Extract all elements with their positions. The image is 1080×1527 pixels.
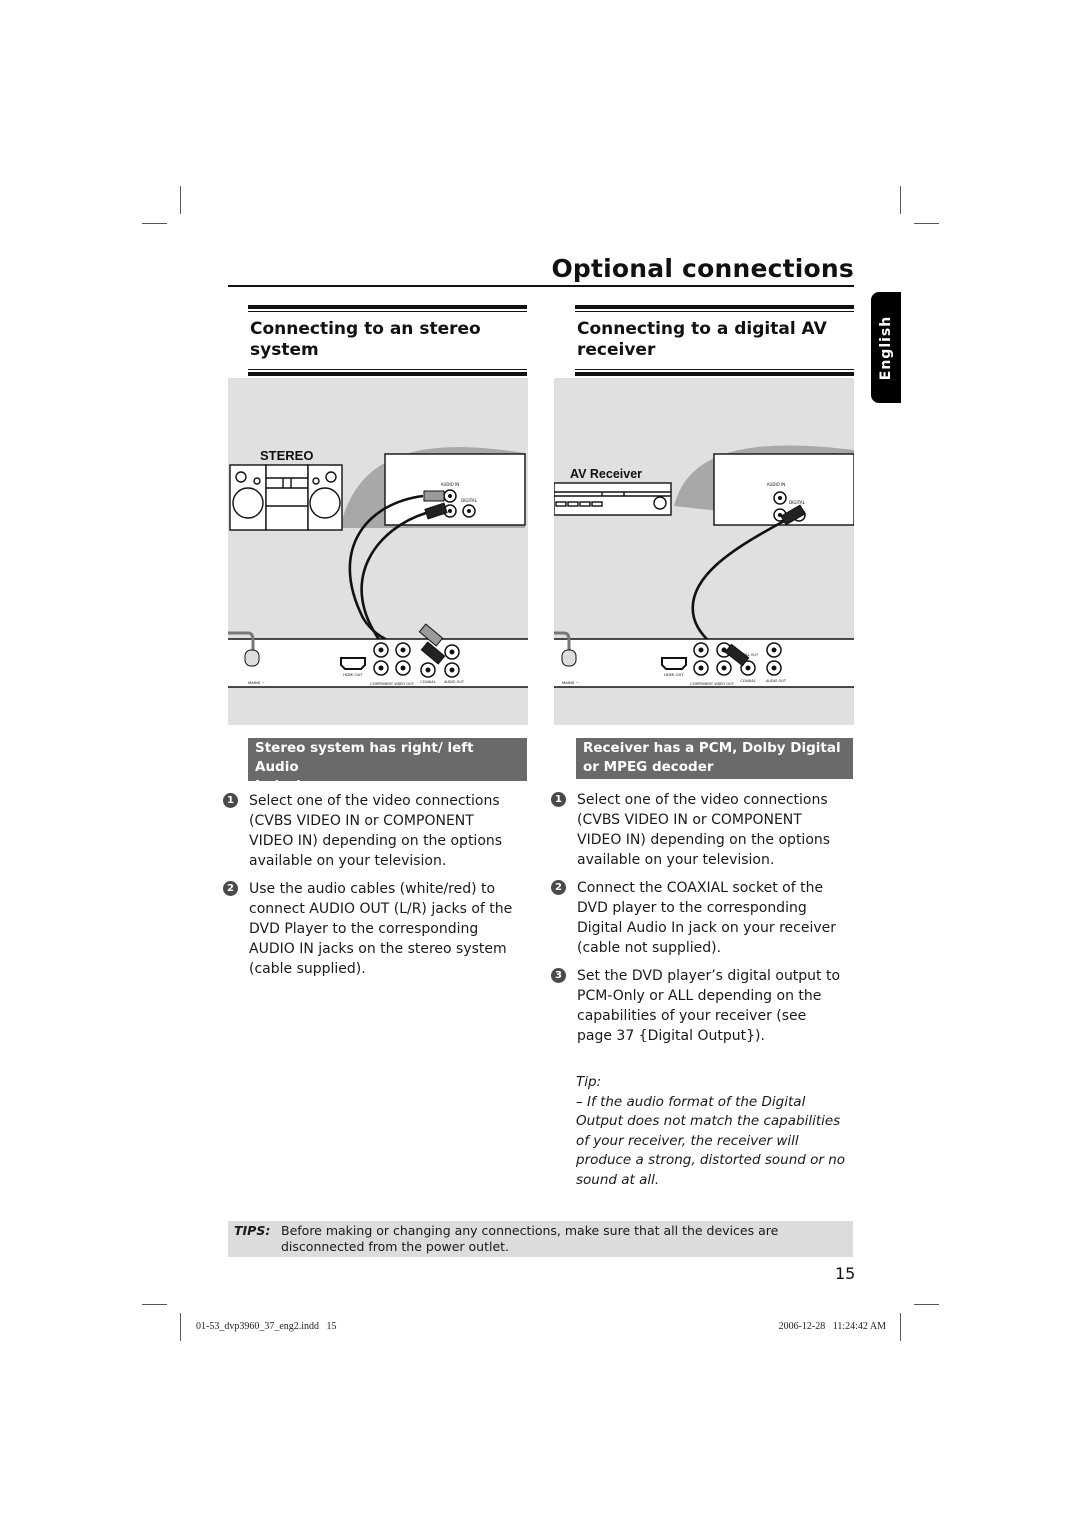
step-number-icon: 1 bbox=[223, 793, 238, 808]
heading-rule bbox=[248, 372, 527, 376]
digital-label: DIGITAL bbox=[461, 498, 477, 503]
file-slug: 01-53_dvp3960_37_eng2.indd 15 bbox=[196, 1321, 337, 1332]
right-condition-box: Receiver has a PCM, Dolby Digital or MPE… bbox=[576, 738, 853, 779]
crop-mark bbox=[180, 186, 181, 214]
left-condition-box: Stereo system has right/ left Audio In j… bbox=[248, 738, 527, 794]
step-item: 2 Use the audio cables (white/red) to co… bbox=[223, 879, 513, 979]
heading-rule bbox=[248, 305, 527, 309]
step-item: 3 Set the DVD player’s digital output to… bbox=[551, 966, 841, 1046]
section-title: Connecting to a digital AV receiver bbox=[577, 319, 827, 360]
mains-label: MAINS ~ bbox=[562, 680, 579, 685]
tip-label: Tip: bbox=[576, 1074, 602, 1090]
av-receiver-diagram: AV Receiver AUDIO IN DIGITAL MAINS ~ HDM… bbox=[554, 445, 854, 688]
hdmi-out-label: HDMI OUT bbox=[343, 672, 363, 677]
audio-out-label: AUDIO OUT bbox=[444, 680, 465, 684]
stereo-system-icon bbox=[229, 464, 343, 531]
step-text: Set the DVD player’s digital output to P… bbox=[577, 968, 841, 1044]
audio-out-label: AUDIO OUT bbox=[766, 679, 787, 683]
print-timestamp: 2006-12-28 11:24:42 AM bbox=[778, 1321, 886, 1332]
crop-mark bbox=[900, 1313, 901, 1341]
tips-bar: TIPS: Before making or changing any conn… bbox=[228, 1221, 853, 1257]
digital-label: DIGITAL bbox=[789, 500, 805, 505]
tip-text: – If the audio format of the Digital Out… bbox=[576, 1093, 846, 1188]
heading-rule bbox=[575, 372, 854, 376]
crop-mark bbox=[142, 223, 167, 224]
crop-mark bbox=[900, 186, 901, 214]
stereo-label: STEREO bbox=[260, 448, 313, 463]
mains-socket bbox=[561, 649, 577, 667]
heading-rule bbox=[575, 369, 854, 370]
av-receiver-icon bbox=[554, 482, 672, 516]
crop-mark bbox=[142, 1304, 167, 1305]
component-video-out-label: COMPONENT VIDEO OUT bbox=[370, 682, 414, 686]
tips-label: TIPS: bbox=[234, 1223, 271, 1238]
step-number-icon: 2 bbox=[551, 880, 566, 895]
step-item: 1 Select one of the video connections (C… bbox=[551, 790, 841, 870]
step-text: Select one of the video connections (CVB… bbox=[577, 792, 831, 868]
stereo-diagram: STEREO AUDIO IN DIGITAL MAINS ~ HDMI OUT… bbox=[228, 447, 528, 688]
av-receiver-connection-figure: AV Receiver AUDIO IN DIGITAL MAINS ~ HDM… bbox=[554, 378, 854, 725]
audio-in-label: AUDIO IN bbox=[767, 482, 786, 487]
hdmi-out-label: HDMI OUT bbox=[664, 672, 684, 677]
language-tab: English bbox=[871, 292, 901, 403]
title-rule bbox=[228, 285, 854, 287]
left-section-heading: Connecting to an stereo system bbox=[248, 305, 527, 376]
step-number-icon: 2 bbox=[223, 881, 238, 896]
step-number-icon: 3 bbox=[551, 968, 566, 983]
page-number: 15 bbox=[835, 1264, 856, 1283]
heading-rule bbox=[575, 305, 854, 309]
tips-text: Before making or changing any connection… bbox=[281, 1223, 779, 1254]
section-title: Connecting to an stereo system bbox=[250, 319, 481, 360]
hdmi-port bbox=[661, 657, 687, 670]
step-item: 1 Select one of the video connections (C… bbox=[223, 791, 513, 871]
step-text: Select one of the video connections (CVB… bbox=[249, 793, 503, 869]
step-item: 2 Connect the COAXIAL socket of the DVD … bbox=[551, 878, 841, 958]
crop-mark bbox=[914, 223, 939, 224]
crop-mark bbox=[180, 1313, 181, 1341]
tip-note: Tip: – If the audio format of the Digita… bbox=[576, 1073, 856, 1190]
component-video-out-label: COMPONENT VIDEO OUT bbox=[690, 682, 734, 686]
coaxial-cable bbox=[691, 518, 787, 660]
page-title: Optional connections bbox=[551, 254, 854, 283]
heading-rule bbox=[248, 369, 527, 370]
step-text: Use the audio cables (white/red) to conn… bbox=[249, 881, 513, 977]
white-plug bbox=[423, 490, 445, 502]
coaxial-label: COAXIAL bbox=[420, 680, 435, 684]
language-tab-label: English bbox=[878, 315, 894, 380]
coaxial-label: COAXIAL bbox=[740, 679, 755, 683]
audio-in-label: AUDIO IN bbox=[441, 482, 460, 487]
crop-mark bbox=[914, 1304, 939, 1305]
step-number-icon: 1 bbox=[551, 792, 566, 807]
hdmi-port bbox=[340, 657, 366, 670]
right-steps-list: 1 Select one of the video connections (C… bbox=[551, 790, 841, 1054]
right-section-heading: Connecting to a digital AV receiver bbox=[575, 305, 854, 376]
left-steps-list: 1 Select one of the video connections (C… bbox=[223, 791, 513, 987]
step-text: Connect the COAXIAL socket of the DVD pl… bbox=[577, 880, 837, 956]
mains-socket bbox=[244, 649, 260, 667]
mains-label: MAINS ~ bbox=[248, 680, 265, 685]
av-receiver-label: AV Receiver bbox=[570, 467, 642, 481]
stereo-connection-figure: STEREO AUDIO IN DIGITAL MAINS ~ HDMI OUT… bbox=[228, 378, 528, 725]
